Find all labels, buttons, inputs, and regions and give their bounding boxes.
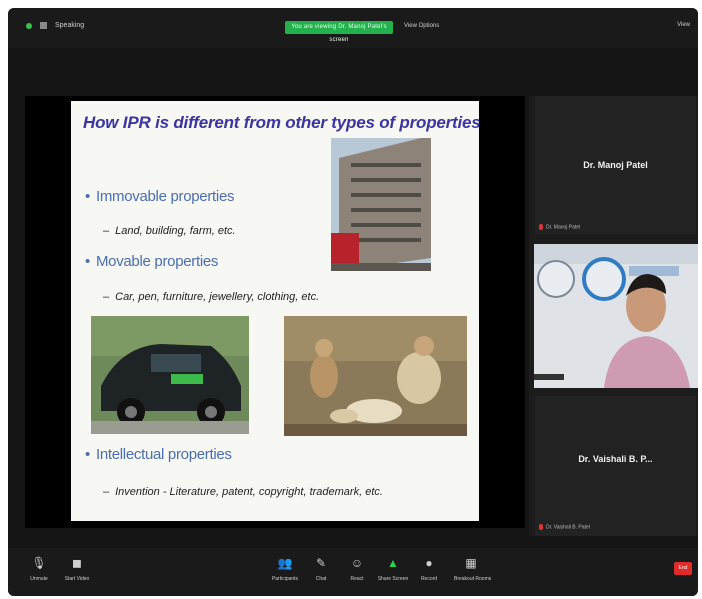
video-label: Start Video [64, 576, 90, 582]
video-button[interactable]: ◼ Start Video [60, 556, 94, 582]
bullet-mark: • [85, 253, 90, 270]
sub-text: Land, building, farm, etc. [115, 225, 236, 237]
participant-label: Dr. Manoj Patel [539, 224, 580, 230]
bullet-intellectual: • Intellectual properties [85, 446, 232, 463]
participant-panel: Dr. Manoj Patel Dr. Manoj Patel Dr. Vais… [529, 96, 698, 536]
mic-icon: 🎙 [31, 556, 47, 570]
reactions-button[interactable]: ☺ React [340, 556, 374, 582]
grid-icon[interactable] [40, 22, 47, 29]
building-image [331, 138, 431, 271]
chat-button[interactable]: ✎ Chat [304, 556, 338, 582]
sub-immovable: – Land, building, farm, etc. [103, 225, 236, 237]
participant-tile-bottom[interactable]: Dr. Vaishali B. P... Dr. Vaishali B. Pat… [535, 396, 696, 536]
bullet-text: Immovable properties [95, 188, 235, 205]
shared-screen: How IPR is different from other types of… [25, 96, 525, 528]
reactions-label: React [350, 576, 364, 582]
view-label[interactable]: Speaking [55, 22, 84, 29]
end-meeting-button[interactable]: End [674, 562, 692, 575]
participants-icon: 👥 [277, 556, 293, 570]
share-label: Share Screen [377, 576, 409, 582]
sub-intellectual: – Invention - Literature, patent, copyrig… [103, 486, 383, 498]
meeting-toolbar: 🎙 Unmute ◼ Start Video 👥 Participants ✎ … [8, 548, 698, 596]
chat-icon: ✎ [315, 556, 327, 570]
participant-video[interactable] [534, 244, 698, 388]
top-bar: Speaking You are viewing Dr. Manoj Patel… [8, 8, 698, 48]
apps-icon: ▦ [465, 556, 477, 570]
sub-dash: – [103, 225, 110, 237]
view-button[interactable]: View [677, 22, 690, 28]
breakout-rooms-button[interactable]: ▦ Breakout Rooms [454, 556, 492, 582]
record-button[interactable]: ● Record [412, 556, 446, 582]
bullet-mark: • [85, 188, 90, 205]
bullet-immovable: • Immovable properties [85, 188, 234, 205]
bullet-text: Intellectual properties [95, 446, 232, 463]
pottery-image [284, 316, 467, 436]
view-options-button[interactable]: View Options [404, 23, 439, 29]
record-label: Record [420, 576, 438, 582]
participants-button[interactable]: 👥 Participants [268, 556, 302, 582]
reactions-icon: ☺ [350, 556, 364, 570]
mic-muted-icon [539, 524, 543, 530]
participant-tile-top[interactable]: Dr. Manoj Patel Dr. Manoj Patel [535, 96, 696, 234]
share-icon: ▲ [387, 556, 399, 570]
mute-label: Unmute [30, 576, 48, 582]
sub-text: Car, pen, furniture, jewellery, clothing… [115, 291, 320, 303]
record-icon: ● [425, 556, 433, 570]
participant-name: Dr. Manoj Patel [583, 160, 648, 170]
mute-button[interactable]: 🎙 Unmute [22, 556, 56, 582]
recording-banner[interactable]: You are viewing Dr. Manoj Patel's screen [285, 21, 393, 43]
sub-movable: – Car, pen, furniture, jewellery, clothin… [103, 291, 319, 303]
participant-label: Dr. Vaishali B. Patel [539, 524, 590, 530]
bullet-text: Movable properties [95, 253, 219, 270]
mic-muted-icon [539, 224, 543, 230]
chat-label: Chat [315, 576, 327, 582]
participant-name: Dr. Vaishali B. P... [578, 454, 653, 464]
sub-dash: – [103, 486, 110, 498]
sub-dash: – [103, 291, 110, 303]
participants-label: Participants [271, 576, 299, 582]
top-left-controls: Speaking [26, 22, 84, 29]
video-icon: ◼ [72, 556, 82, 570]
security-icon[interactable] [26, 22, 32, 29]
car-image [91, 316, 249, 434]
presentation-slide: How IPR is different from other types of… [71, 101, 479, 521]
breakout-label: Breakout Rooms [454, 576, 492, 582]
share-screen-button[interactable]: ▲ Share Screen [376, 556, 410, 582]
bullet-movable: • Movable properties [85, 253, 218, 270]
zoom-window: Speaking You are viewing Dr. Manoj Patel… [8, 8, 698, 596]
slide-title: How IPR is different from other types of… [83, 113, 479, 132]
sub-text: Invention - Literature, patent, copyrigh… [115, 486, 383, 498]
bullet-mark: • [85, 446, 90, 463]
